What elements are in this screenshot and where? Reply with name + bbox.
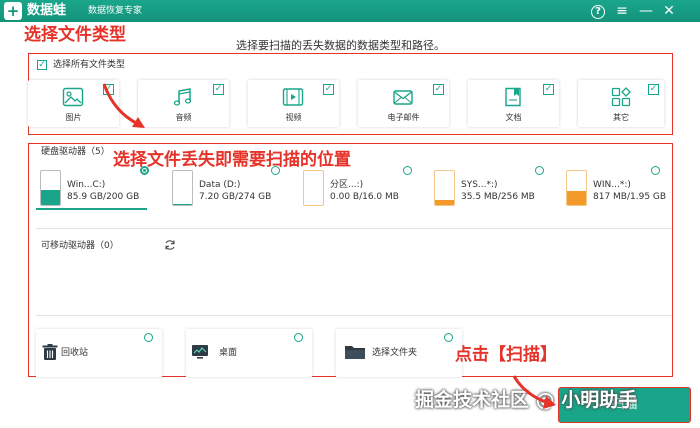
audio-type-checkbox[interactable]: ✓ (213, 84, 224, 95)
location-desktop[interactable]: 桌面 (186, 329, 312, 377)
title-bar: + 数据蛙 数据恢复专家 ? ≡ — ✕ (0, 0, 700, 22)
section-divider (36, 228, 672, 229)
drive-usage-bar (566, 170, 587, 206)
music-icon (173, 88, 192, 106)
document-icon (505, 87, 521, 107)
refresh-icon[interactable] (164, 239, 176, 251)
drive-name: Data (D:) (199, 180, 241, 190)
folder-icon (345, 346, 365, 359)
video-icon (282, 88, 304, 106)
other-icon (611, 87, 631, 107)
section-divider (36, 315, 672, 316)
drive-size: 817 MB/1.95 GB (593, 192, 667, 202)
drive-sys-radio[interactable] (535, 166, 544, 175)
location-label: 选择文件夹 (372, 348, 418, 358)
select-all-types-checkbox[interactable]: ✓ (37, 60, 47, 70)
app-subtitle: 数据恢复专家 (88, 6, 143, 16)
watermark: 掘金技术社区 @ 小明助手 (415, 389, 638, 411)
instruction-hint: 选择要扫描的丢失数据的数据类型和路径。 (236, 39, 445, 52)
annotation-click-scan: 点击【扫描】 (455, 345, 557, 365)
file-type-video[interactable]: ✓ 视频 (248, 80, 339, 127)
drive-name: 分区...:) (330, 180, 364, 190)
location-recycle-bin[interactable]: 回收站 (36, 329, 162, 377)
annotation-select-location: 选择文件丢失即需要扫描的位置 (113, 150, 351, 170)
drive-size: 0.00 B/16.0 MB (330, 192, 399, 202)
menu-button[interactable]: ≡ (612, 1, 632, 21)
recycle-bin-icon (42, 344, 58, 360)
select-all-types-label: 选择所有文件类型 (53, 60, 126, 70)
image-icon (62, 87, 84, 107)
app-name: 数据蛙 (27, 3, 67, 18)
app-window: + 数据蛙 数据恢复专家 ? ≡ — ✕ 选择文件类型 选择要扫描的丢失数据的数… (0, 0, 700, 428)
location-desktop-radio[interactable] (294, 333, 303, 342)
drive-size: 35.5 MB/256 MB (461, 192, 535, 202)
location-select-folder[interactable]: 选择文件夹 (336, 329, 462, 377)
drive-c[interactable]: Win...C:) 85.9 GB/200 GB (40, 170, 156, 212)
drive-usage-fill (567, 191, 586, 205)
drive-usage-fill (173, 203, 192, 205)
selected-drive-underline (36, 208, 147, 210)
location-label: 桌面 (219, 348, 238, 358)
file-type-image[interactable]: ✓ 图片 (28, 80, 119, 127)
file-type-email[interactable]: ✓ 电子邮件 (358, 80, 449, 127)
drive-name: Win...C:) (67, 180, 106, 190)
document-type-checkbox[interactable]: ✓ (543, 84, 554, 95)
drive-sys[interactable]: SYS...*:) 35.5 MB/256 MB (434, 170, 550, 212)
drive-usage-fill (435, 200, 454, 205)
drive-d-radio[interactable] (271, 166, 280, 175)
location-select-folder-radio[interactable] (444, 333, 453, 342)
drive-usage-bar (172, 170, 193, 206)
drive-win[interactable]: WIN...*:) 817 MB/1.95 GB (566, 170, 682, 212)
video-type-checkbox[interactable]: ✓ (323, 84, 334, 95)
file-type-other[interactable]: ✓ 其它 (578, 80, 664, 127)
file-type-label: 图片 (65, 113, 82, 122)
file-type-label: 其它 (613, 113, 629, 122)
help-icon: ? (591, 5, 605, 19)
desktop-icon (192, 345, 208, 359)
file-type-document[interactable]: ✓ 文档 (468, 80, 559, 127)
annotation-select-type: 选择文件类型 (24, 25, 126, 45)
file-type-label: 视频 (285, 113, 302, 122)
drive-usage-fill (41, 190, 60, 205)
drive-usage-bar (40, 170, 61, 206)
drive-usage-bar (303, 170, 324, 206)
image-type-checkbox[interactable]: ✓ (103, 84, 114, 95)
drive-partition-radio[interactable] (403, 166, 412, 175)
drive-size: 7.20 GB/274 GB (199, 192, 272, 202)
email-icon (393, 90, 413, 105)
drive-name: WIN...*:) (593, 180, 631, 190)
file-type-label: 音频 (175, 113, 192, 122)
drive-partition[interactable]: 分区...:) 0.00 B/16.0 MB (303, 170, 419, 212)
drive-d[interactable]: Data (D:) 7.20 GB/274 GB (172, 170, 288, 212)
file-type-audio[interactable]: ✓ 音频 (138, 80, 229, 127)
file-type-label: 电子邮件 (387, 113, 420, 122)
email-type-checkbox[interactable]: ✓ (433, 84, 444, 95)
close-button[interactable]: ✕ (659, 1, 679, 21)
file-type-label: 文档 (505, 113, 522, 122)
hard-drives-title: 硬盘驱动器（5） (41, 147, 110, 157)
other-type-checkbox[interactable]: ✓ (648, 84, 659, 95)
location-label: 回收站 (61, 348, 89, 358)
removable-drives-title: 可移动驱动器（0） (41, 241, 119, 251)
drive-usage-bar (434, 170, 455, 206)
drive-win-radio[interactable] (651, 166, 660, 175)
help-button[interactable]: ? (588, 1, 608, 21)
drive-name: SYS...*:) (461, 180, 498, 190)
location-recycle-bin-radio[interactable] (144, 333, 153, 342)
drive-size: 85.9 GB/200 GB (67, 192, 140, 202)
app-logo-icon: + (4, 2, 22, 20)
drive-c-radio[interactable] (140, 166, 149, 175)
minimize-button[interactable]: — (636, 1, 656, 21)
